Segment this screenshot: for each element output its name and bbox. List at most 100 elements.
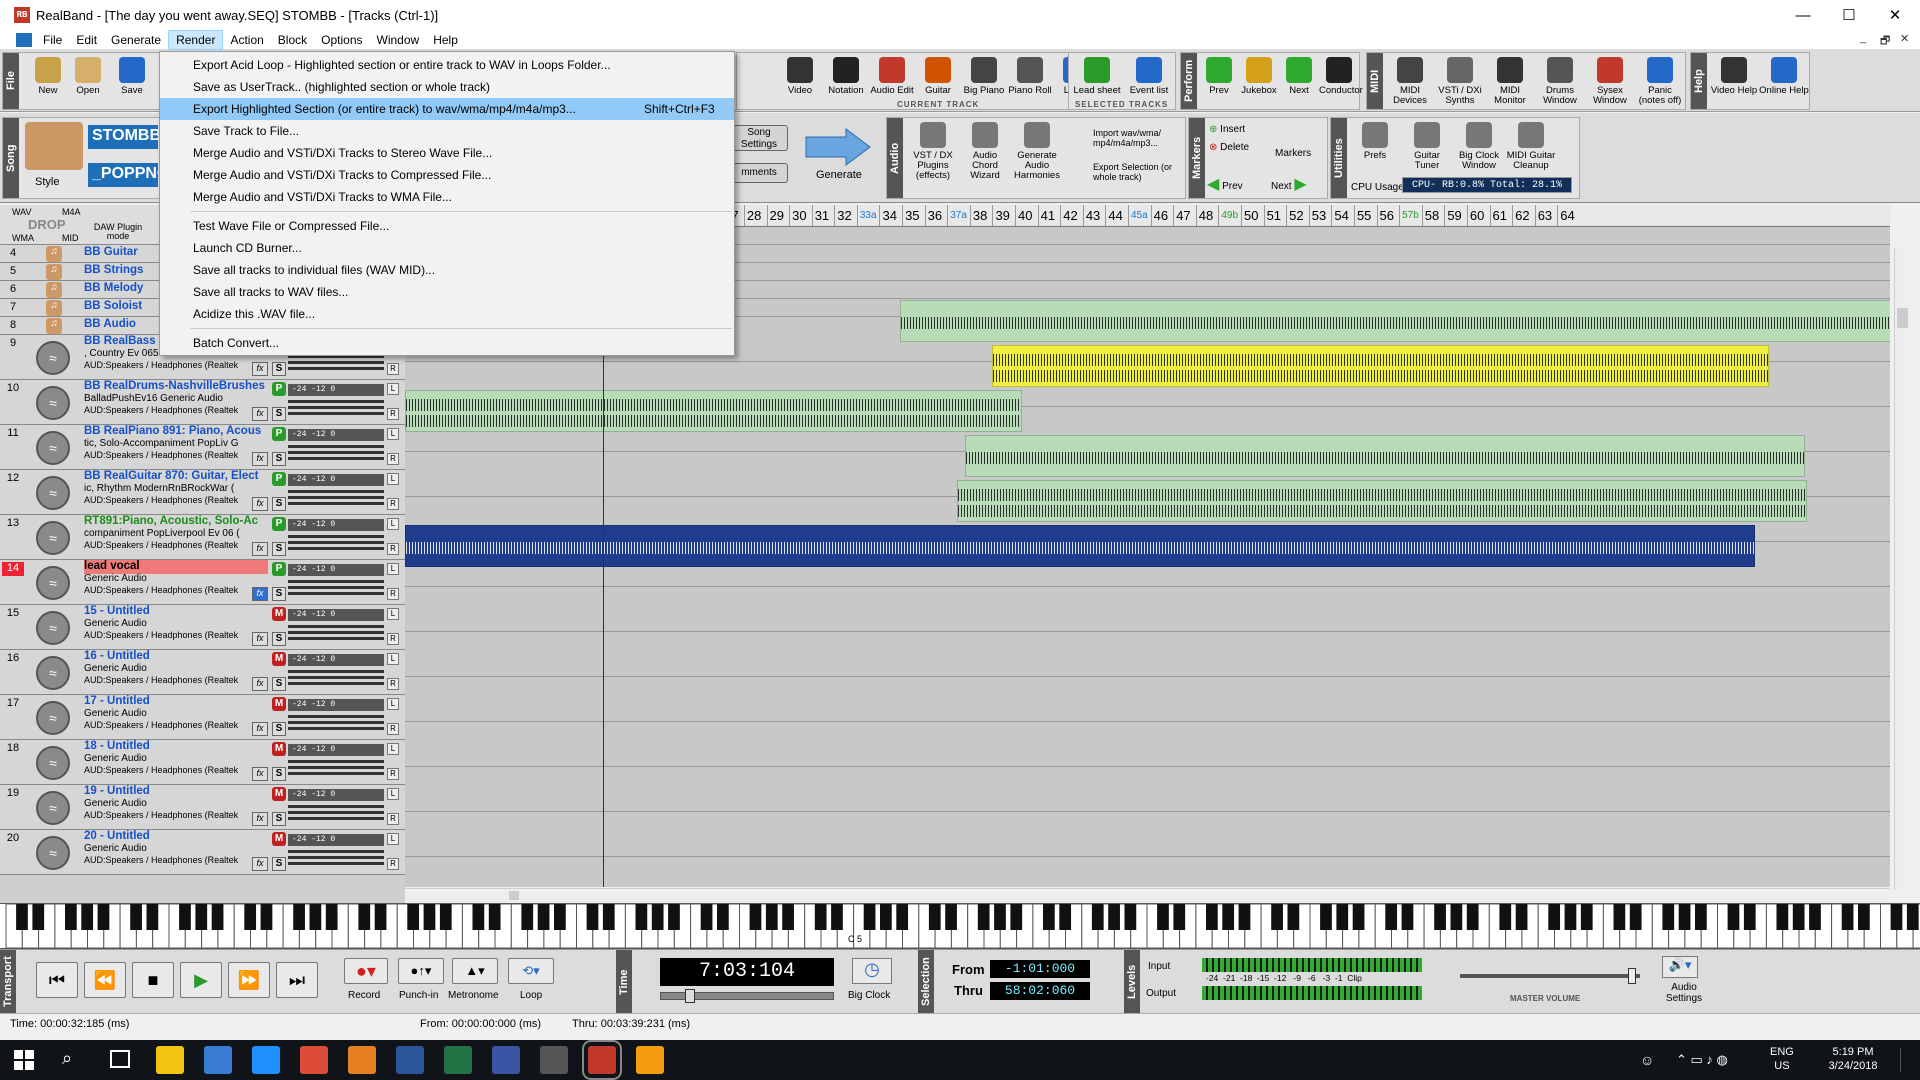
- solo-button[interactable]: S: [272, 452, 286, 466]
- fx-button[interactable]: fx: [252, 452, 268, 466]
- fx-button[interactable]: fx: [252, 677, 268, 691]
- black-key[interactable]: [1548, 904, 1561, 930]
- lock-button[interactable]: L: [387, 788, 399, 800]
- fx-button[interactable]: fx: [252, 632, 268, 646]
- go-to-end-button[interactable]: ⏭: [276, 962, 318, 998]
- bar-64[interactable]: 64: [1557, 205, 1580, 226]
- import-audio-button[interactable]: Import wav/wma/ mp4/m4a/mp3...: [1071, 128, 1181, 148]
- metronome-button[interactable]: ▲▾: [452, 958, 498, 984]
- bar-55[interactable]: 55: [1353, 205, 1377, 226]
- track-name[interactable]: 20 - Untitled: [84, 830, 268, 844]
- style-name-box[interactable]: _POPPNO: [88, 163, 158, 187]
- black-key[interactable]: [472, 904, 485, 930]
- stop-button[interactable]: ■: [132, 962, 174, 998]
- track-number[interactable]: 7: [2, 301, 24, 315]
- maximize-button[interactable]: ☐: [1826, 0, 1872, 30]
- track-name[interactable]: 15 - Untitled: [84, 605, 268, 619]
- track-number[interactable]: 5: [2, 265, 24, 279]
- bar-30[interactable]: 30: [789, 205, 812, 226]
- render-menu-item[interactable]: Export Acid Loop - Highlighted section o…: [160, 54, 734, 76]
- wave-icon[interactable]: ≈: [36, 611, 70, 645]
- bar-43[interactable]: 43: [1082, 205, 1106, 226]
- midi-devices-button[interactable]: MIDI Devices: [1385, 57, 1435, 106]
- black-key[interactable]: [602, 904, 615, 930]
- bar-56[interactable]: 56: [1376, 205, 1400, 226]
- track-row[interactable]: 18 ≈18 - Untitled Generic Audio AUD:Speaker…: [0, 740, 405, 785]
- drums-window-button[interactable]: Drums Window: [1535, 57, 1585, 106]
- volume-meter[interactable]: -24 -12 0: [288, 564, 384, 576]
- save-button[interactable]: Save: [109, 57, 155, 96]
- chrome-icon[interactable]: [300, 1046, 328, 1074]
- volume-meter[interactable]: -24 -12 0: [288, 744, 384, 756]
- black-key[interactable]: [130, 904, 142, 930]
- midi-guitar-cleanup-button[interactable]: MIDI Guitar Cleanup: [1505, 122, 1557, 171]
- next-marker-button[interactable]: Next ▶: [1271, 174, 1307, 194]
- track-number[interactable]: 9: [2, 337, 24, 351]
- big-piano-button[interactable]: Big Piano: [961, 57, 1007, 96]
- track-number[interactable]: 15: [2, 607, 24, 621]
- bar-58[interactable]: 58: [1421, 205, 1445, 226]
- bar-38[interactable]: 38: [969, 205, 993, 226]
- black-key[interactable]: [1336, 904, 1349, 930]
- render-menu-item[interactable]: Save all tracks to WAV files...: [160, 281, 734, 303]
- bar-36[interactable]: 36: [924, 205, 948, 226]
- piano-keys[interactable]: [0, 903, 1920, 949]
- black-key[interactable]: [81, 904, 94, 930]
- record-arm-button[interactable]: R: [387, 363, 399, 375]
- mdi-minimize-button[interactable]: _: [1860, 32, 1866, 44]
- sysex-window-button[interactable]: Sysex Window: [1585, 57, 1635, 106]
- black-key[interactable]: [1564, 904, 1577, 930]
- bar-46[interactable]: 46: [1150, 205, 1174, 226]
- video-button[interactable]: Video: [777, 57, 823, 96]
- bar-52[interactable]: 52: [1286, 205, 1309, 226]
- bar-32[interactable]: 32: [834, 205, 857, 226]
- panic-notes-off-button[interactable]: Panic (notes off): [1635, 57, 1685, 106]
- master-volume-thumb[interactable]: [1628, 968, 1636, 984]
- play-track-button[interactable]: P: [272, 427, 286, 441]
- track-number[interactable]: 10: [2, 382, 24, 396]
- timeline-row[interactable]: [405, 632, 1890, 677]
- record-arm-button[interactable]: R: [387, 723, 399, 735]
- input-language[interactable]: ENG US: [1770, 1045, 1794, 1073]
- bar-35[interactable]: 35: [902, 205, 925, 226]
- black-key[interactable]: [1678, 904, 1691, 930]
- black-key[interactable]: [309, 904, 322, 930]
- menu-options[interactable]: Options: [314, 30, 369, 50]
- online-help-button[interactable]: Online Help: [1759, 57, 1809, 96]
- black-key[interactable]: [146, 904, 159, 930]
- rewind-button[interactable]: ⏪: [84, 962, 126, 998]
- track-output[interactable]: AUD:Speakers / Headphones (Realtek: [84, 630, 254, 640]
- vertical-scrollbar[interactable]: [1894, 248, 1910, 890]
- track-number[interactable]: 18: [2, 742, 24, 756]
- menu-help[interactable]: Help: [426, 30, 465, 50]
- solo-button[interactable]: S: [272, 812, 286, 826]
- prefs-button[interactable]: Prefs: [1349, 122, 1401, 161]
- black-key[interactable]: [423, 904, 436, 930]
- volume-meter[interactable]: -24 -12 0: [288, 519, 384, 531]
- record-arm-button[interactable]: R: [387, 813, 399, 825]
- conductor-button[interactable]: Conductor: [1319, 57, 1363, 96]
- wave-icon[interactable]: ≈: [36, 746, 70, 780]
- bar-37a[interactable]: 37a: [947, 205, 970, 226]
- time-slider[interactable]: [660, 989, 834, 1003]
- lead-sheet-button[interactable]: Lead sheet: [1071, 57, 1123, 96]
- bar-54[interactable]: 54: [1331, 205, 1354, 226]
- horizontal-scroll-thumb[interactable]: [509, 891, 519, 900]
- black-key[interactable]: [863, 904, 876, 930]
- fx-button[interactable]: fx: [252, 542, 268, 556]
- master-volume-slider[interactable]: [1460, 968, 1640, 984]
- bar-57b[interactable]: 57b: [1399, 205, 1422, 226]
- black-key[interactable]: [1776, 904, 1789, 930]
- black-key[interactable]: [260, 904, 273, 930]
- next-button[interactable]: Next: [1279, 57, 1319, 96]
- black-key[interactable]: [1385, 904, 1398, 930]
- bar-42[interactable]: 42: [1060, 205, 1083, 226]
- black-key[interactable]: [1222, 904, 1235, 930]
- event-list-button[interactable]: Event list: [1123, 57, 1175, 96]
- track-output[interactable]: AUD:Speakers / Headphones (Realtek: [84, 675, 254, 685]
- volume-meter[interactable]: -24 -12 0: [288, 699, 384, 711]
- solo-button[interactable]: S: [272, 632, 286, 646]
- punch-in-button[interactable]: ●↑▾: [398, 958, 444, 984]
- midi-monitor-button[interactable]: MIDI Monitor: [1485, 57, 1535, 106]
- black-key[interactable]: [1010, 904, 1023, 930]
